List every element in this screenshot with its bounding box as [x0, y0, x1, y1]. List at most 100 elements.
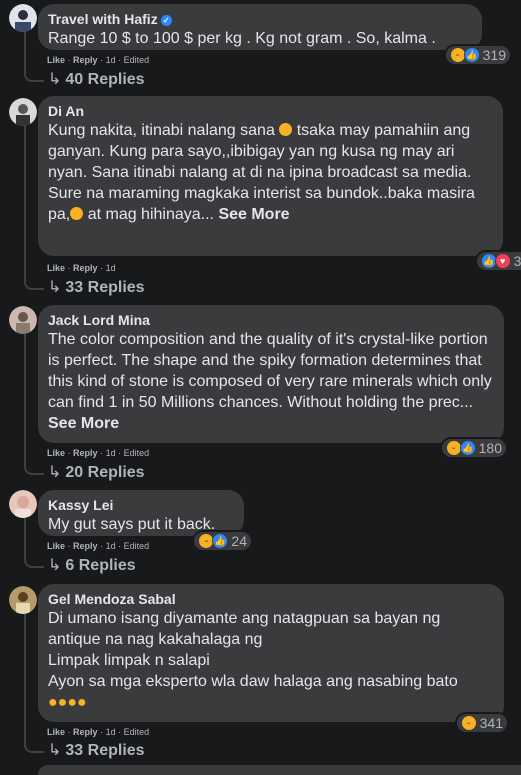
avatar-image — [9, 490, 37, 518]
like-link[interactable]: Like — [47, 55, 65, 65]
comment-bubble: Di An Kung nakita, itinabi nalang sana t… — [38, 96, 521, 270]
author-name[interactable]: Kassy Lei — [48, 496, 234, 514]
edited-label: Edited — [123, 55, 150, 65]
comment-actions: Like · Reply · 1d · Edited — [47, 727, 149, 738]
reply-link[interactable]: Reply — [73, 541, 98, 551]
like-link[interactable]: Like — [47, 541, 65, 551]
see-more-link[interactable]: See More — [48, 415, 119, 432]
view-replies-link[interactable]: ↳ 40 Replies — [48, 70, 145, 90]
like-reaction-icon: 👍 — [463, 47, 480, 63]
replies-count[interactable]: 40 Replies — [65, 71, 144, 88]
author-name[interactable]: Di An — [48, 102, 493, 120]
like-link[interactable]: Like — [47, 263, 65, 273]
reaction-summary[interactable]: ᵕ 👍 319 — [445, 46, 510, 64]
comment-text-body: Di umano isang diyamante ang natagpuan s… — [48, 610, 458, 690]
replies-count[interactable]: 6 Replies — [65, 557, 135, 574]
reply-arrow-icon: ↳ — [48, 279, 62, 296]
separator: · — [118, 541, 122, 551]
reaction-count: 319 — [482, 47, 506, 63]
comment-text-part: Kung nakita, itinabi nalang sana — [48, 122, 280, 139]
avatar[interactable] — [9, 586, 37, 614]
avatar[interactable] — [9, 490, 37, 518]
view-replies-link[interactable]: ↳ 33 Replies — [48, 278, 145, 298]
author-name[interactable]: Travel with Hafiz — [48, 11, 158, 27]
comment-text-body: The color composition and the quality of… — [48, 331, 492, 411]
reply-link[interactable]: Reply — [73, 448, 98, 458]
thread-line — [24, 30, 26, 72]
separator: · — [67, 263, 71, 273]
separator: · — [118, 727, 122, 737]
thread-elbow — [24, 556, 44, 568]
view-replies-link[interactable]: ↳ 6 Replies — [48, 556, 136, 576]
separator: · — [100, 448, 104, 458]
reply-link[interactable]: Reply — [73, 727, 98, 737]
comment-actions: Like · Reply · 1d — [47, 263, 116, 274]
avatar[interactable] — [9, 4, 37, 32]
reaction-summary[interactable]: 👍♥ 301 — [476, 252, 521, 270]
avatar[interactable] — [9, 306, 37, 334]
like-reaction-icon: 👍 — [212, 533, 229, 549]
replies-count[interactable]: 20 Replies — [65, 464, 144, 481]
next-comment-peek — [38, 765, 521, 775]
verified-badge-icon: ✓ — [160, 14, 172, 26]
comment-actions: Like · Reply · 1d · Edited — [47, 541, 149, 552]
reply-link[interactable]: Reply — [73, 263, 98, 273]
thread-elbow — [24, 741, 44, 753]
timestamp[interactable]: 1d — [106, 727, 116, 737]
author-name[interactable]: Jack Lord Mina — [48, 311, 494, 329]
reply-arrow-icon: ↳ — [48, 742, 62, 759]
separator: · — [100, 55, 104, 65]
view-replies-link[interactable]: ↳ 20 Replies — [48, 463, 145, 483]
reply-arrow-icon: ↳ — [48, 557, 62, 574]
like-link[interactable]: Like — [47, 448, 65, 458]
comment-text-part: at mag hihinaya... — [83, 206, 219, 223]
like-link[interactable]: Like — [47, 727, 65, 737]
separator: · — [100, 541, 104, 551]
author-name[interactable]: Gel Mendoza Sabal — [48, 590, 494, 608]
edited-label: Edited — [123, 541, 150, 551]
reaction-summary[interactable]: ᵕ 👍 180 — [441, 439, 506, 457]
replies-count[interactable]: 33 Replies — [65, 742, 144, 759]
thread-line — [24, 610, 26, 742]
view-replies-link[interactable]: ↳ 33 Replies — [48, 741, 145, 761]
comment-text: Di umano isang diyamante ang natagpuan s… — [48, 608, 494, 713]
comment-actions: Like · Reply · 1d · Edited — [47, 448, 149, 459]
replies-count[interactable]: 33 Replies — [65, 279, 144, 296]
emoji-icon: ●●●● — [48, 694, 87, 711]
separator: · — [67, 448, 71, 458]
emoji-icon — [70, 207, 84, 220]
edited-label: Edited — [123, 727, 150, 737]
thread-line — [24, 514, 26, 558]
separator: · — [118, 55, 122, 65]
comment-bubble: Travel with Hafiz ✓ Range 10 $ to 100 $ p… — [38, 4, 510, 64]
emoji-icon — [279, 123, 293, 136]
thread-elbow — [24, 70, 44, 82]
reaction-count: 341 — [479, 715, 503, 731]
like-reaction-icon: 👍 — [459, 440, 476, 456]
comment-text: Kung nakita, itinabi nalang sana tsaka m… — [48, 120, 493, 225]
timestamp[interactable]: 1d — [106, 263, 116, 273]
avatar-image — [9, 98, 37, 126]
reply-arrow-icon: ↳ — [48, 464, 62, 481]
reaction-summary[interactable]: ᵕ 341 — [456, 714, 507, 732]
avatar-image — [9, 586, 37, 614]
separator: · — [67, 727, 71, 737]
timestamp[interactable]: 1d — [106, 541, 116, 551]
haha-reaction-icon: ᵕ — [460, 715, 477, 731]
avatar[interactable] — [9, 98, 37, 126]
comment-text: The color composition and the quality of… — [48, 329, 494, 434]
thread-elbow — [24, 463, 44, 475]
love-reaction-icon: ♥ — [494, 253, 511, 269]
separator: · — [118, 448, 122, 458]
reaction-summary[interactable]: ᵕ 👍 24 — [194, 532, 251, 550]
reply-arrow-icon: ↳ — [48, 71, 62, 88]
timestamp[interactable]: 1d — [106, 55, 116, 65]
timestamp[interactable]: 1d — [106, 448, 116, 458]
reaction-count: 24 — [231, 533, 247, 549]
separator: · — [100, 727, 104, 737]
comment-author[interactable]: Travel with Hafiz ✓ — [48, 10, 472, 28]
comment-bubble: Jack Lord Mina The color composition and… — [38, 305, 506, 457]
see-more-link[interactable]: See More — [218, 206, 289, 223]
reply-link[interactable]: Reply — [73, 55, 98, 65]
separator: · — [67, 541, 71, 551]
